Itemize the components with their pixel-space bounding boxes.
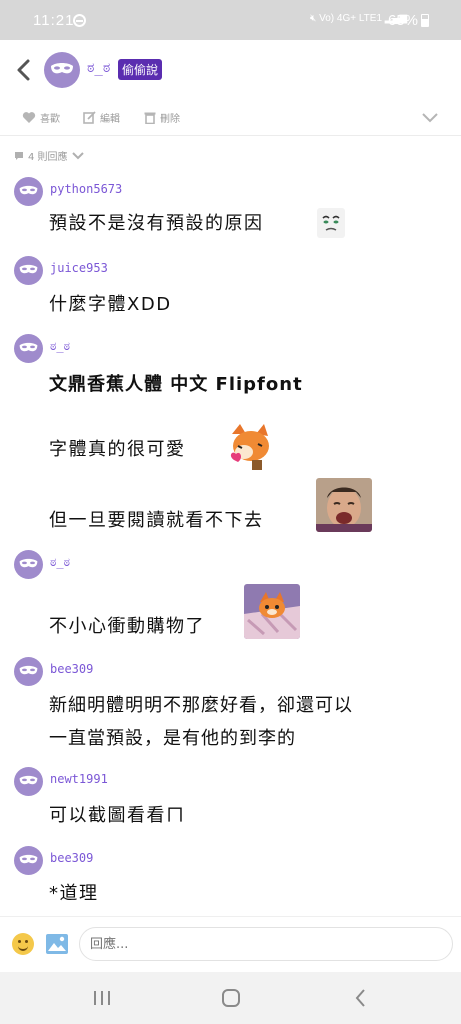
fox-blanket-sticker-image <box>244 584 300 639</box>
comment-text: 文鼎香蕉人體 中文 Flipfont <box>49 374 303 395</box>
trash-icon <box>144 112 156 124</box>
mask-icon <box>19 775 38 785</box>
mask-icon <box>51 63 73 74</box>
back-arrow-icon[interactable] <box>12 57 36 83</box>
comment-text: 什麼字體XDD <box>49 294 172 315</box>
system-back-icon[interactable] <box>351 986 371 1010</box>
emoji-icon[interactable] <box>12 933 34 955</box>
comment-text: 不小心衝動購物了 <box>49 616 205 637</box>
edit-button[interactable]: 編輯 <box>83 110 120 125</box>
mute-icon: 🔇︎ <box>310 13 317 24</box>
comment-count-toggle[interactable]: 4 則回應 <box>14 148 84 163</box>
author-name[interactable]: ಠ_ಠ <box>87 60 110 76</box>
recent-apps-icon[interactable] <box>92 986 112 1010</box>
comment-author[interactable]: python5673 <box>50 182 122 196</box>
comment-icon <box>15 151 23 160</box>
edit-label: 編輯 <box>100 114 120 125</box>
mask-icon <box>19 342 38 352</box>
like-button[interactable]: 喜歡 <box>22 110 60 125</box>
do-not-disturb-icon <box>73 14 86 27</box>
commenter-avatar[interactable] <box>14 550 43 579</box>
comment-text: 可以截圖看看ㄇ <box>49 805 186 826</box>
commenter-avatar[interactable] <box>14 334 43 363</box>
mask-icon <box>19 558 38 568</box>
comment-author[interactable]: ಠ_ಠ <box>50 339 70 354</box>
network-label: Vo) 4G+ LTE1 <box>319 13 382 24</box>
comment-author[interactable]: ಠ_ಠ <box>50 555 70 570</box>
commenter-avatar[interactable] <box>14 767 43 796</box>
like-label: 喜歡 <box>40 114 60 125</box>
reply-input[interactable] <box>79 927 453 961</box>
delete-button[interactable]: 刪除 <box>144 110 180 125</box>
commenter-avatar[interactable] <box>14 846 43 875</box>
commenter-avatar[interactable] <box>14 657 43 686</box>
post-action-bar: 喜歡 編輯 刪除 <box>0 100 461 136</box>
comment-text: 新細明體明明不那麼好看，卻還可以 <box>49 695 353 716</box>
post-header: ಠ_ಠ 偷偷說 <box>0 40 461 100</box>
status-bar: 11:21 🔇︎ Vo) 4G+ LTE1 ▂▄▆ 65% <box>0 0 461 40</box>
comment-author[interactable]: newt1991 <box>50 772 108 786</box>
mask-icon <box>19 185 38 195</box>
sticker-image <box>317 208 345 238</box>
fox-sticker-image <box>222 420 276 472</box>
battery-percent: 65% <box>388 12 419 29</box>
comment-text: 但一旦要閱讀就看不下去 <box>49 510 264 531</box>
reply-composer <box>0 916 461 972</box>
author-avatar[interactable] <box>44 52 80 88</box>
mask-icon <box>19 264 38 274</box>
edit-icon <box>83 111 96 124</box>
comment-author[interactable]: juice953 <box>50 261 108 275</box>
commenter-avatar[interactable] <box>14 177 43 206</box>
comment-text: 一直當預設，是有他的到李的 <box>49 728 296 749</box>
status-time: 11:21 <box>33 12 75 29</box>
battery-icon <box>421 14 429 27</box>
image-upload-icon[interactable] <box>45 933 69 955</box>
comment-text: *道理 <box>49 883 99 904</box>
chevron-down-icon[interactable] <box>421 110 439 124</box>
comment-text: 預設不是沒有預設的原因 <box>49 213 264 234</box>
system-navigation-bar <box>0 972 461 1024</box>
delete-label: 刪除 <box>160 114 180 125</box>
mask-icon <box>19 665 38 675</box>
home-icon[interactable] <box>221 986 241 1010</box>
comment-author[interactable]: bee309 <box>50 851 93 865</box>
anonymous-board-badge[interactable]: 偷偷說 <box>118 59 163 80</box>
comment-author[interactable]: bee309 <box>50 662 93 676</box>
laughing-man-image <box>316 478 372 532</box>
comment-text: 字體真的很可愛 <box>49 439 186 460</box>
mask-icon <box>19 854 38 864</box>
comment-count-label: 4 則回應 <box>28 152 68 163</box>
heart-icon <box>22 112 36 123</box>
commenter-avatar[interactable] <box>14 256 43 285</box>
chevron-down-icon <box>71 152 84 160</box>
